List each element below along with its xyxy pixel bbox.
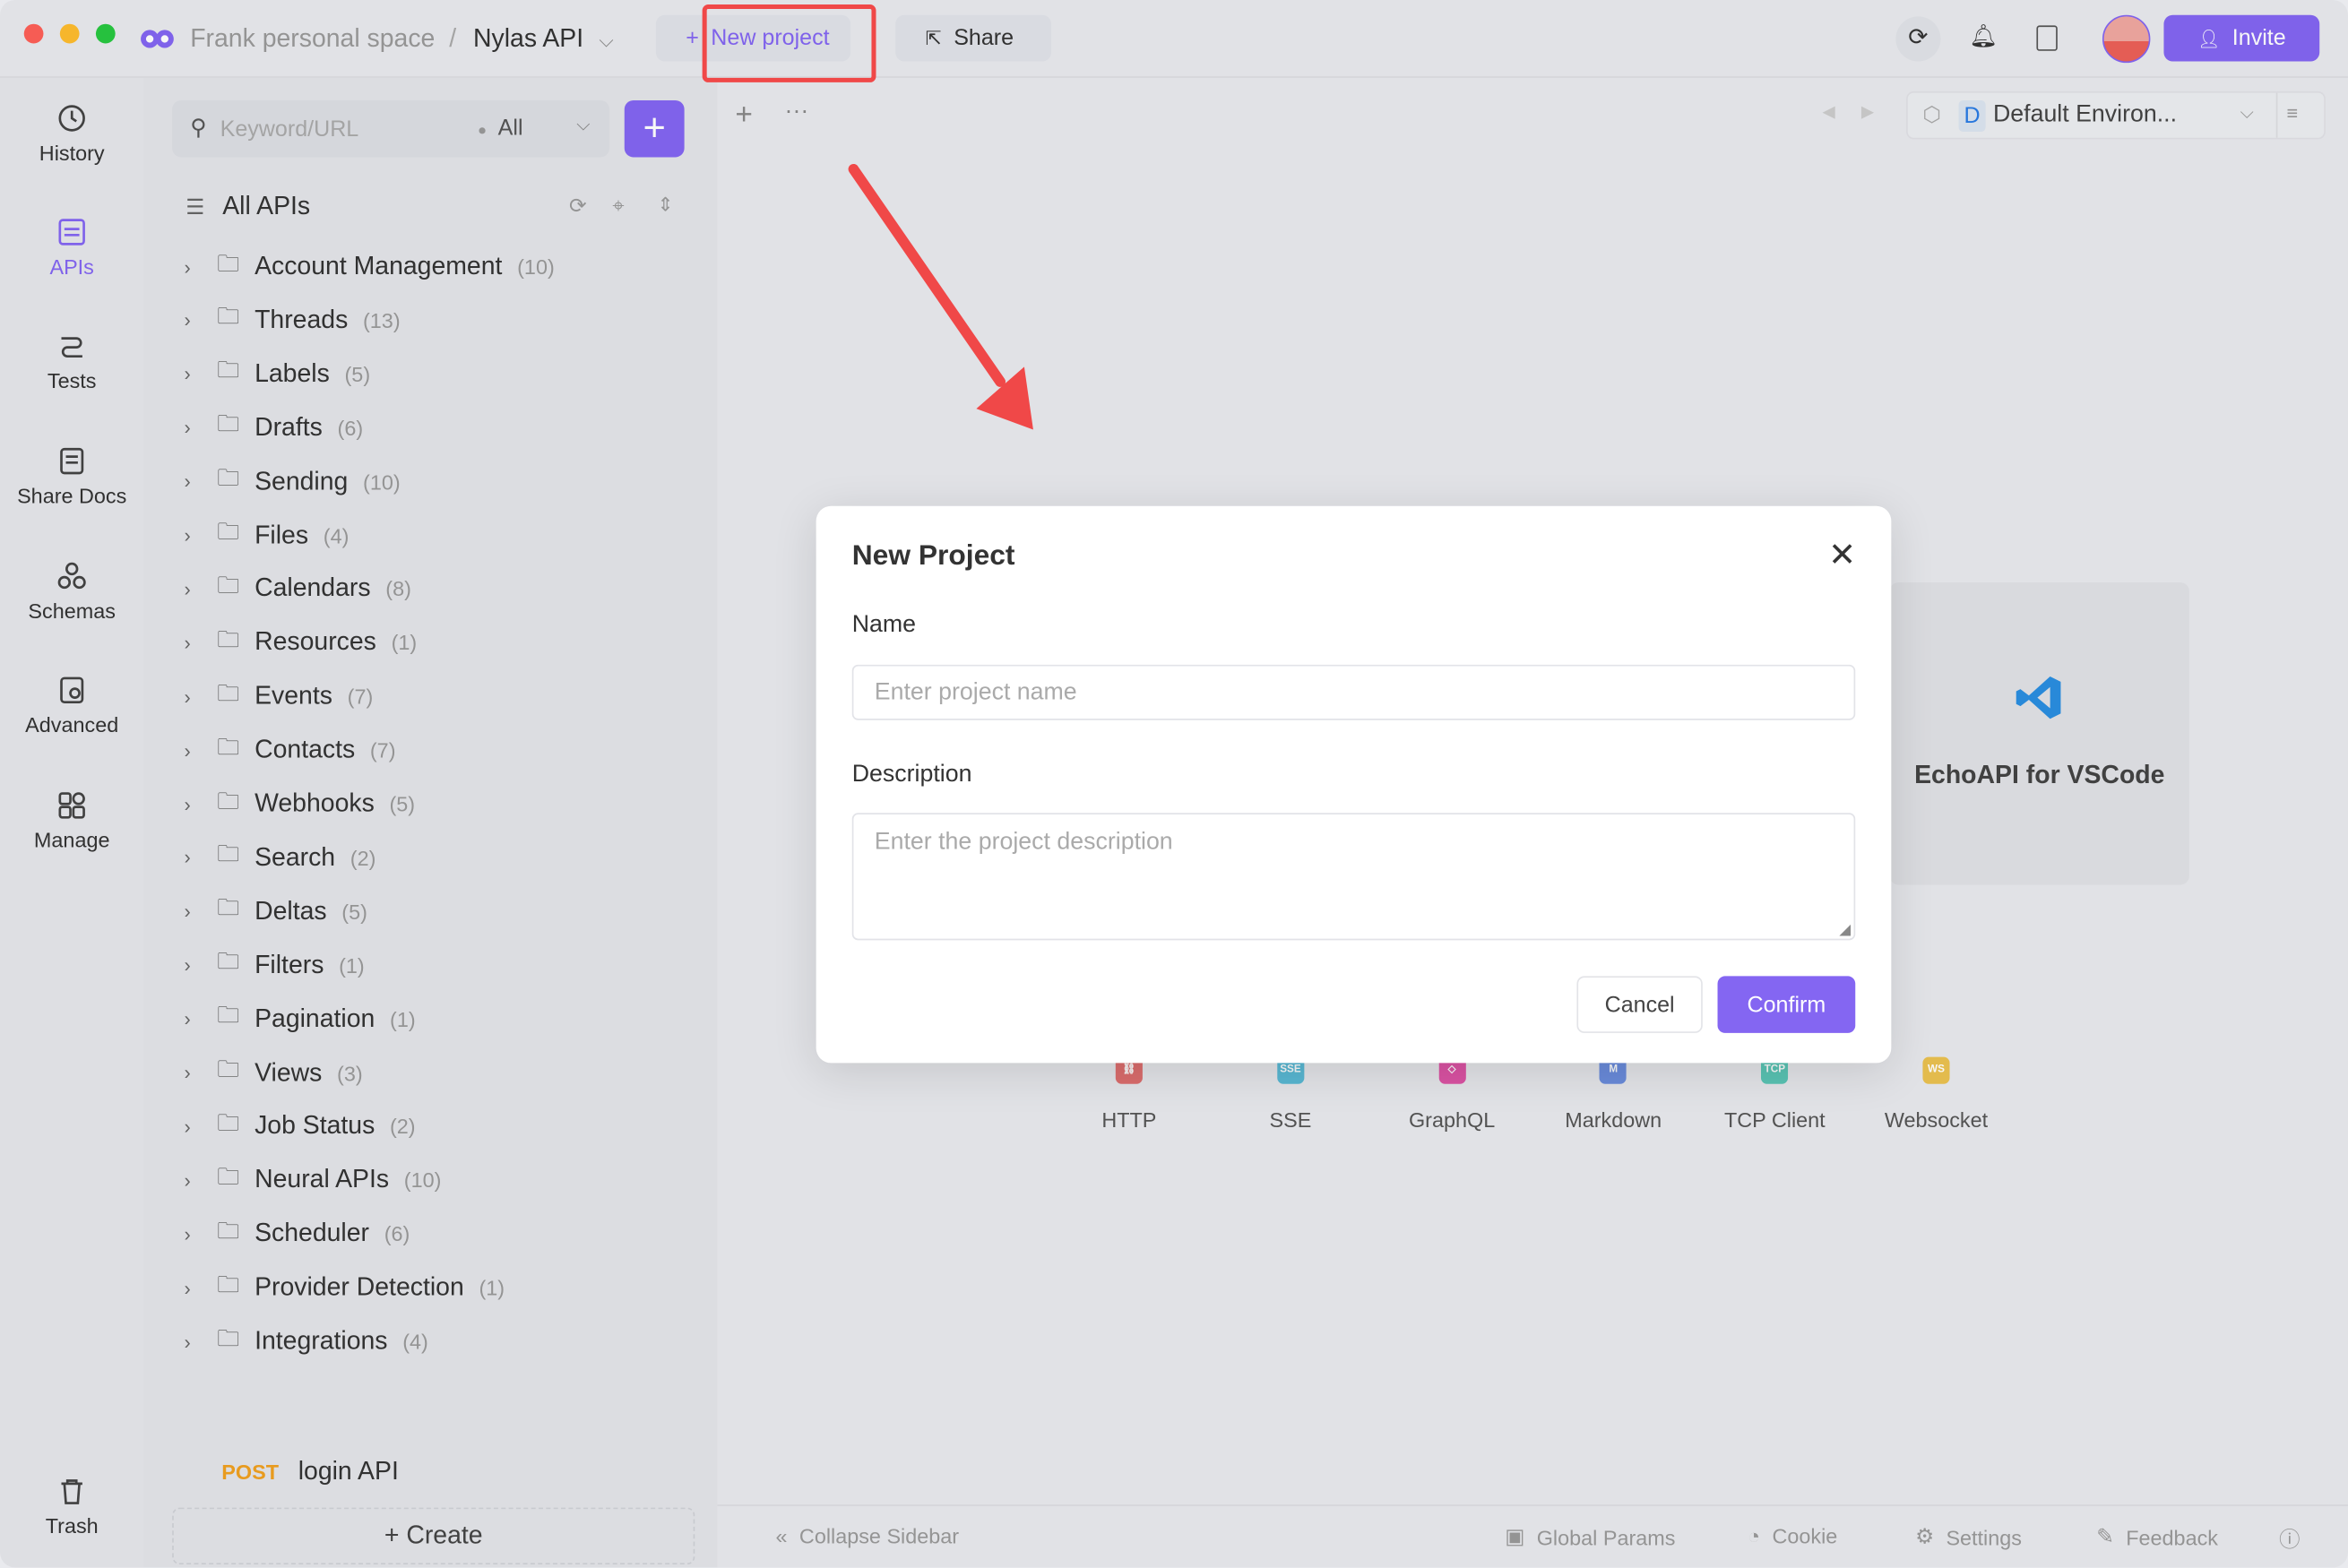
annotation-arrow-icon [848,163,1033,430]
close-icon[interactable]: ✕ [1828,536,1856,574]
project-description-input[interactable]: Enter the project description ◢ [851,813,1856,941]
resize-handle[interactable]: ◢ [1839,922,1851,938]
description-placeholder: Enter the project description [874,829,1173,856]
dialog-title: New Project [851,540,1015,573]
description-label: Description [851,762,972,788]
project-name-input[interactable]: Enter project name [851,664,1856,720]
confirm-button[interactable]: Confirm [1717,976,1856,1033]
name-label: Name [851,612,917,638]
name-placeholder: Enter project name [874,679,1077,705]
app-window: Frank personal space / Nylas API ⌵ + New … [0,0,2348,1568]
cancel-button[interactable]: Cancel [1576,976,1703,1033]
annotation-highlight-box [702,4,876,82]
new-project-dialog: New Project ✕ Name Enter project name De… [816,505,1892,1064]
